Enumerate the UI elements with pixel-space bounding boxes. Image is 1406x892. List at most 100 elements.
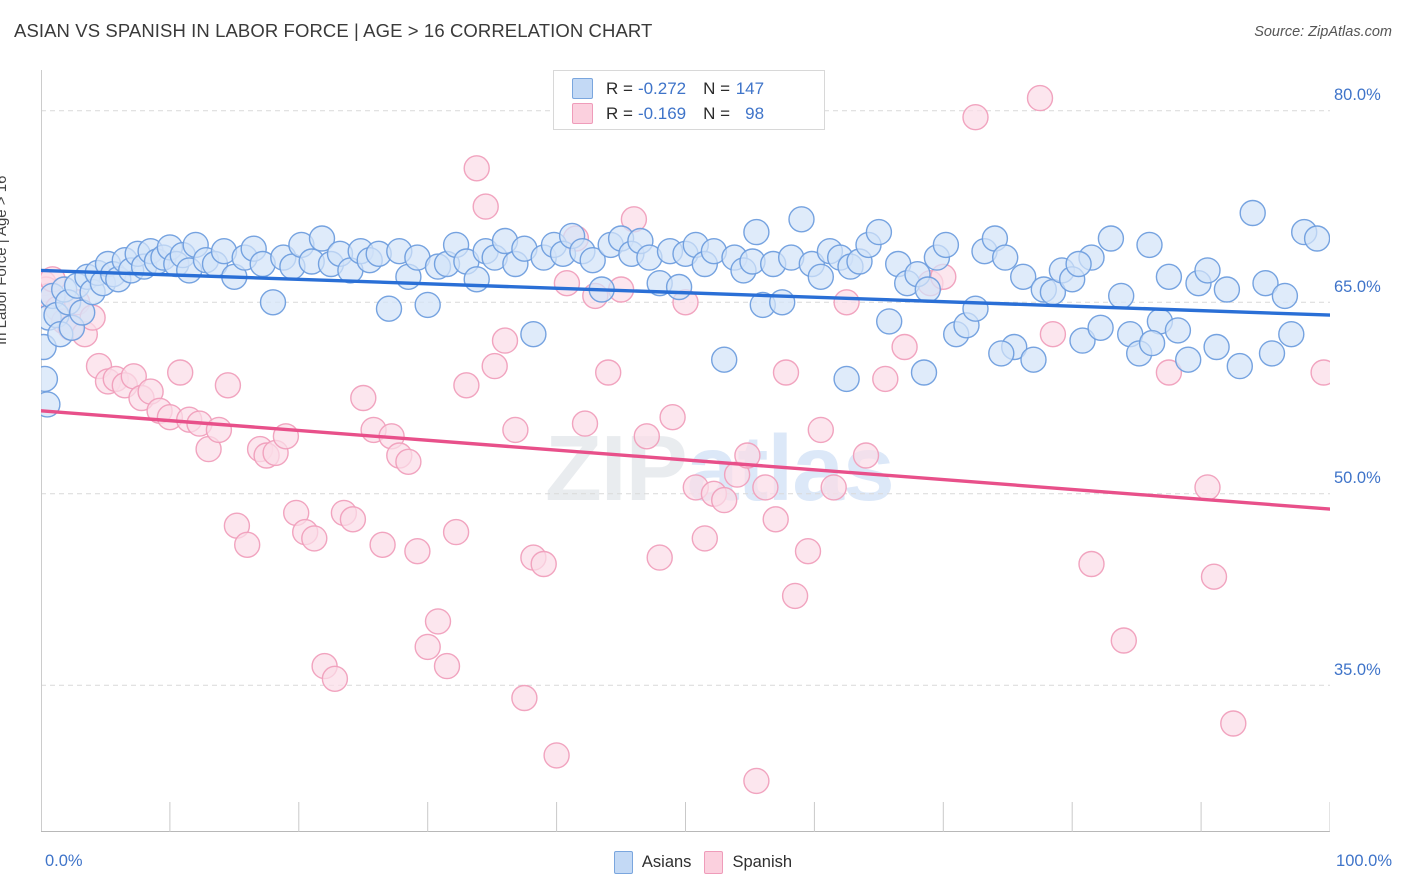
data-point[interactable]: [1258, 340, 1286, 367]
asians-n-key: N =: [703, 78, 731, 98]
data-point[interactable]: [571, 410, 599, 437]
data-point[interactable]: [910, 359, 938, 386]
data-point[interactable]: [1065, 250, 1092, 278]
data-point[interactable]: [433, 652, 461, 680]
data-point[interactable]: [807, 263, 834, 291]
data-point[interactable]: [992, 244, 1019, 271]
data-point[interactable]: [214, 372, 242, 399]
data-point[interactable]: [962, 295, 989, 322]
data-point[interactable]: [820, 474, 847, 501]
data-point[interactable]: [491, 327, 519, 354]
legend-item-asians[interactable]: Asians: [613, 851, 691, 874]
data-point[interactable]: [691, 525, 718, 552]
data-point[interactable]: [530, 550, 557, 578]
data-point[interactable]: [711, 346, 738, 373]
y-axis-title: In Labor Force | Age > 16: [0, 175, 10, 345]
data-point[interactable]: [876, 308, 903, 335]
data-point[interactable]: [1078, 550, 1105, 578]
data-point[interactable]: [369, 531, 396, 558]
data-point[interactable]: [1020, 346, 1047, 373]
data-point[interactable]: [914, 276, 941, 303]
data-point[interactable]: [665, 273, 693, 301]
data-point[interactable]: [1271, 282, 1299, 310]
data-point[interactable]: [865, 218, 893, 246]
data-point[interactable]: [1226, 352, 1254, 380]
data-point[interactable]: [988, 340, 1015, 367]
data-point[interactable]: [807, 416, 834, 444]
data-point[interactable]: [646, 544, 673, 571]
data-point[interactable]: [833, 365, 860, 393]
data-point[interactable]: [769, 289, 796, 316]
data-point[interactable]: [794, 538, 822, 565]
data-point[interactable]: [463, 266, 490, 293]
data-point[interactable]: [1174, 346, 1202, 373]
data-point[interactable]: [1194, 474, 1221, 501]
data-point[interactable]: [1203, 333, 1230, 361]
data-point[interactable]: [511, 684, 538, 712]
data-point[interactable]: [375, 295, 403, 322]
data-point[interactable]: [414, 291, 441, 319]
data-point[interactable]: [872, 365, 899, 393]
data-point[interactable]: [463, 155, 490, 182]
data-point[interactable]: [762, 506, 789, 533]
data-point[interactable]: [1303, 225, 1330, 252]
spanish-n-key: N =: [703, 103, 731, 123]
data-point[interactable]: [1194, 257, 1221, 284]
data-point[interactable]: [595, 359, 622, 386]
data-point[interactable]: [1087, 314, 1114, 341]
data-point[interactable]: [1200, 563, 1228, 590]
correlation-stats-legend: R = -0.272 N = 147 R = -0.169 N = 98: [553, 70, 825, 130]
data-point[interactable]: [339, 506, 367, 533]
data-point[interactable]: [743, 767, 770, 795]
data-point[interactable]: [659, 404, 686, 431]
data-point[interactable]: [1278, 321, 1305, 348]
data-point[interactable]: [481, 352, 508, 380]
data-point[interactable]: [395, 448, 422, 475]
data-point[interactable]: [1107, 282, 1135, 310]
data-point[interactable]: [833, 289, 860, 316]
legend-item-spanish[interactable]: Spanish: [704, 851, 792, 874]
data-point[interactable]: [520, 321, 547, 348]
data-point[interactable]: [1097, 225, 1125, 252]
data-point[interactable]: [932, 231, 960, 259]
data-point[interactable]: [233, 531, 261, 558]
data-point[interactable]: [453, 372, 480, 399]
data-point[interactable]: [781, 582, 809, 610]
data-point[interactable]: [414, 633, 441, 661]
data-point[interactable]: [1110, 627, 1138, 654]
data-point[interactable]: [743, 218, 770, 246]
data-point[interactable]: [1138, 329, 1166, 357]
data-point[interactable]: [1220, 710, 1247, 737]
data-point[interactable]: [301, 525, 328, 552]
data-point[interactable]: [1164, 317, 1192, 344]
data-point[interactable]: [502, 416, 529, 444]
data-point[interactable]: [1239, 199, 1266, 227]
data-point[interactable]: [442, 518, 470, 546]
data-point[interactable]: [472, 193, 499, 220]
data-point[interactable]: [962, 104, 989, 131]
data-point[interactable]: [205, 416, 233, 444]
data-point[interactable]: [1039, 321, 1067, 348]
data-point[interactable]: [1213, 276, 1241, 303]
data-point[interactable]: [321, 665, 349, 692]
data-point[interactable]: [772, 359, 800, 386]
data-point[interactable]: [1310, 359, 1330, 386]
data-point[interactable]: [404, 538, 431, 565]
data-point[interactable]: [852, 442, 880, 469]
data-point[interactable]: [891, 333, 918, 361]
data-point[interactable]: [1136, 231, 1163, 259]
data-point[interactable]: [259, 289, 287, 316]
data-point[interactable]: [543, 742, 570, 769]
series-legend: Asians Spanish: [0, 851, 1406, 874]
data-point[interactable]: [350, 384, 377, 412]
data-point[interactable]: [166, 359, 194, 386]
data-point[interactable]: [1155, 263, 1183, 291]
data-point[interactable]: [1026, 84, 1054, 112]
data-point[interactable]: [41, 365, 59, 393]
data-point[interactable]: [711, 486, 738, 514]
data-point[interactable]: [424, 608, 452, 635]
data-point[interactable]: [788, 206, 815, 233]
data-point[interactable]: [633, 423, 660, 450]
data-point[interactable]: [553, 269, 581, 297]
data-point[interactable]: [752, 474, 779, 501]
